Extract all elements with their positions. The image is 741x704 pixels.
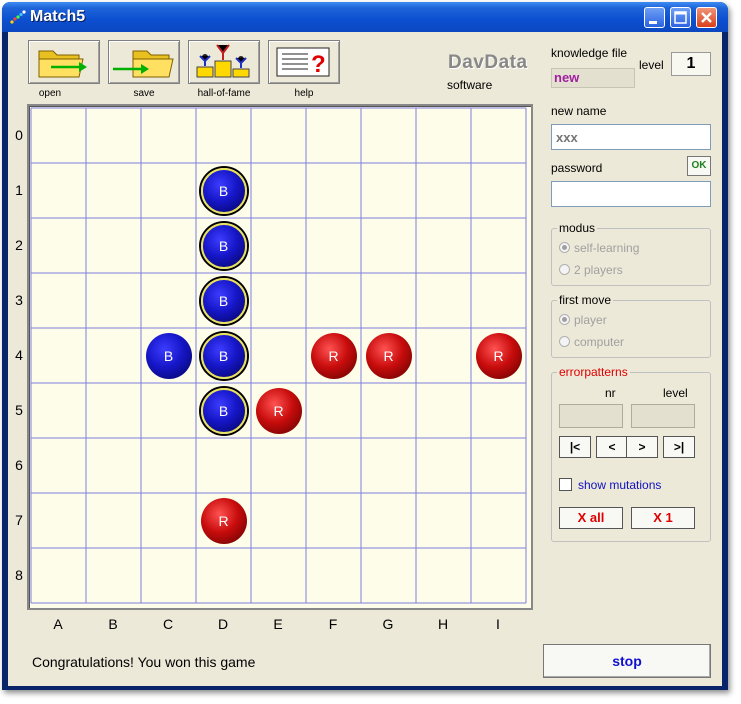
blue-piece: B (200, 167, 247, 214)
red-piece: R (475, 332, 522, 379)
help-label: help (294, 88, 314, 99)
radio-icon (559, 264, 570, 275)
first-pattern-button[interactable]: |< (559, 436, 591, 458)
column-label: G (382, 616, 394, 632)
x-all-button[interactable]: X all (559, 507, 623, 529)
podium-icon (196, 44, 250, 78)
blue-piece: B (200, 387, 247, 434)
help-button[interactable]: ? (268, 40, 340, 84)
errorpatterns-label: errorpatterns (557, 365, 630, 379)
radio-selected-icon (559, 314, 570, 325)
minimize-icon (649, 21, 657, 24)
row-label: 6 (15, 457, 23, 473)
window-title: Match5 (30, 8, 86, 25)
board-grid (30, 107, 527, 604)
first-move-label: first move (557, 293, 614, 307)
level-value: 1 (671, 52, 711, 76)
column-label: A (53, 616, 63, 632)
column-label: D (217, 616, 229, 632)
knowledge-file-label: knowledge file (551, 46, 628, 60)
row-label: 1 (15, 182, 23, 198)
app-window: Match5 open save hall-of-fame ? help Dav… (2, 2, 728, 690)
save-label: save (133, 88, 155, 99)
first-move-player-radio[interactable]: player (559, 313, 607, 327)
blue-piece: B (200, 222, 247, 269)
row-label: 0 (15, 127, 23, 143)
logo-subtitle: software (447, 78, 493, 92)
password-label: password (551, 161, 603, 175)
knowledge-file-value: new (551, 68, 635, 88)
radio-icon (559, 336, 570, 347)
column-label: E (273, 616, 283, 632)
folder-arrow-out-icon (113, 50, 174, 78)
column-label: I (496, 616, 500, 632)
save-button[interactable] (108, 40, 180, 84)
new-name-label: new name (551, 104, 607, 118)
row-label: 4 (15, 347, 23, 363)
client-area: open save hall-of-fame ? help DavData so… (8, 32, 722, 686)
title-bar[interactable]: Match5 (2, 2, 728, 32)
svg-text:?: ? (311, 51, 326, 78)
hall-of-fame-button[interactable] (188, 40, 260, 84)
game-board[interactable]: BBBBBRRRBRR (27, 104, 533, 610)
red-piece: R (310, 332, 357, 379)
ok-button[interactable]: OK (687, 156, 711, 176)
stop-button[interactable]: stop (543, 644, 711, 678)
blue-piece: B (145, 332, 192, 379)
open-button[interactable] (28, 40, 100, 84)
modus-2-players-radio[interactable]: 2 players (559, 263, 623, 277)
row-label: 2 (15, 237, 23, 253)
minimize-button[interactable] (644, 7, 665, 28)
app-icon (10, 10, 26, 24)
hall-of-fame-label: hall-of-fame (197, 88, 251, 99)
close-button[interactable] (696, 7, 717, 28)
new-name-input[interactable] (551, 124, 711, 150)
radio-selected-icon (559, 242, 570, 253)
red-piece: R (200, 497, 247, 544)
column-label: B (108, 616, 118, 632)
close-icon (701, 12, 712, 23)
row-label: 5 (15, 402, 23, 418)
red-piece: R (255, 387, 302, 434)
row-label: 8 (15, 567, 23, 583)
status-message: Congratulations! You won this game (32, 654, 256, 670)
column-label: H (437, 616, 449, 632)
blue-piece: B (200, 332, 247, 379)
column-label: F (328, 616, 338, 632)
first-move-group (551, 300, 711, 358)
column-label: C (162, 616, 174, 632)
show-mutations-checkbox[interactable]: show mutations (559, 478, 661, 492)
blue-piece: B (200, 277, 247, 324)
modus-group (551, 228, 711, 286)
row-label: 7 (15, 512, 23, 528)
previous-pattern-button[interactable]: < (596, 436, 628, 458)
maximize-icon (674, 11, 687, 24)
red-piece: R (365, 332, 412, 379)
next-pattern-button[interactable]: > (626, 436, 658, 458)
last-pattern-button[interactable]: >| (663, 436, 695, 458)
davdata-logo: DavData (448, 52, 528, 73)
x-1-button[interactable]: X 1 (631, 507, 695, 529)
nr-value (559, 404, 623, 428)
open-label: open (38, 88, 62, 99)
folder-arrow-in-icon (38, 50, 87, 78)
nr-label: nr (605, 386, 616, 400)
first-move-computer-radio[interactable]: computer (559, 335, 624, 349)
level-label: level (639, 58, 664, 72)
password-input[interactable] (551, 181, 711, 207)
row-label: 3 (15, 292, 23, 308)
errorpatterns-level-label: level (663, 386, 688, 400)
modus-label: modus (557, 221, 598, 235)
errorpatterns-level-value (631, 404, 695, 428)
maximize-button[interactable] (670, 7, 691, 28)
modus-self-learning-radio[interactable]: self-learning (559, 241, 639, 255)
help-document-icon: ? (276, 47, 330, 78)
checkbox-icon (559, 478, 572, 491)
